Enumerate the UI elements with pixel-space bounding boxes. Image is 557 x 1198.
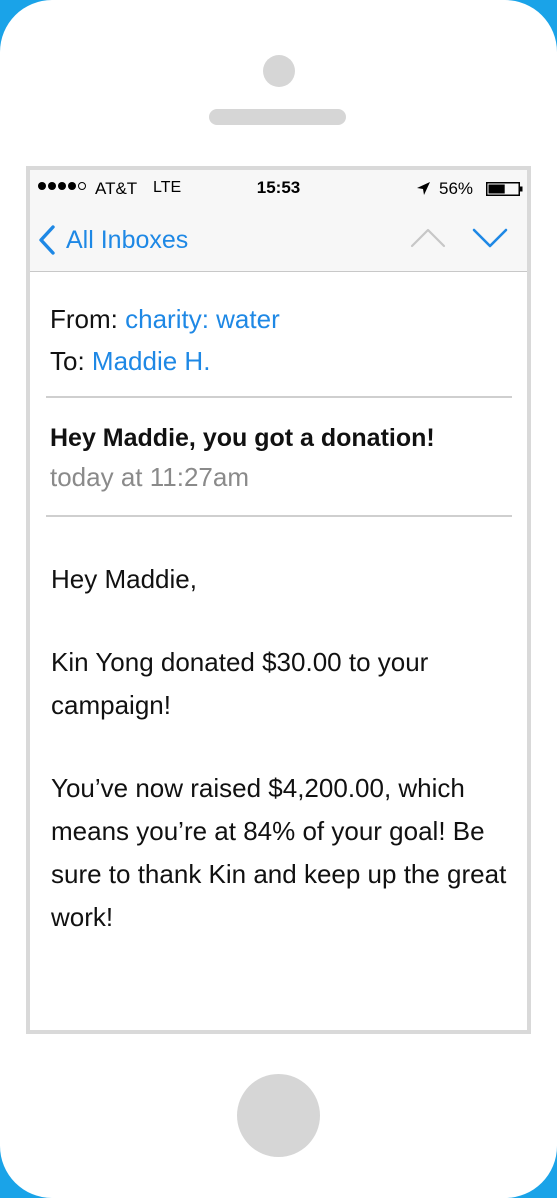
chevron-left-icon <box>39 225 55 255</box>
from-row: From: charity: water <box>50 298 280 340</box>
battery-percent: 56% <box>439 179 474 198</box>
battery-icon <box>486 182 523 196</box>
navigation-bar: AT&T LTE 15:53 56% All Inboxes <box>30 170 527 272</box>
email-headers: From: charity: water To: Maddie H. <box>50 298 280 382</box>
front-camera <box>263 55 295 87</box>
divider <box>46 515 512 517</box>
chevron-down-icon[interactable] <box>472 226 508 250</box>
status-bar: AT&T LTE 15:53 56% <box>30 170 527 206</box>
earpiece-speaker <box>209 109 346 125</box>
divider <box>46 396 512 398</box>
from-sender-link[interactable]: charity: water <box>125 304 280 334</box>
email-paragraph: Kin Yong donated $30.00 to your campaign… <box>51 647 429 720</box>
email-paragraph: You’ve now raised $4,200.00, which means… <box>51 773 507 932</box>
back-button[interactable]: All Inboxes <box>38 220 188 260</box>
home-button[interactable] <box>237 1074 320 1157</box>
email-date: today at 11:27am <box>50 462 249 492</box>
back-button-label: All Inboxes <box>66 225 189 254</box>
location-arrow-icon <box>417 182 430 195</box>
phone-screen: AT&T LTE 15:53 56% All Inboxes From: cha… <box>26 166 531 1034</box>
to-label: To: <box>50 346 85 376</box>
email-greeting: Hey Maddie, <box>51 564 197 594</box>
chevron-up-icon[interactable] <box>410 226 446 250</box>
phone-frame: AT&T LTE 15:53 56% All Inboxes From: cha… <box>0 0 557 1198</box>
email-subject: Hey Maddie, you got a donation! <box>50 424 435 452</box>
to-recipient-link[interactable]: Maddie H. <box>92 346 211 376</box>
from-label: From: <box>50 304 118 334</box>
to-row: To: Maddie H. <box>50 340 280 382</box>
email-body: Hey Maddie, Kin Yong donated $30.00 to y… <box>51 558 511 979</box>
